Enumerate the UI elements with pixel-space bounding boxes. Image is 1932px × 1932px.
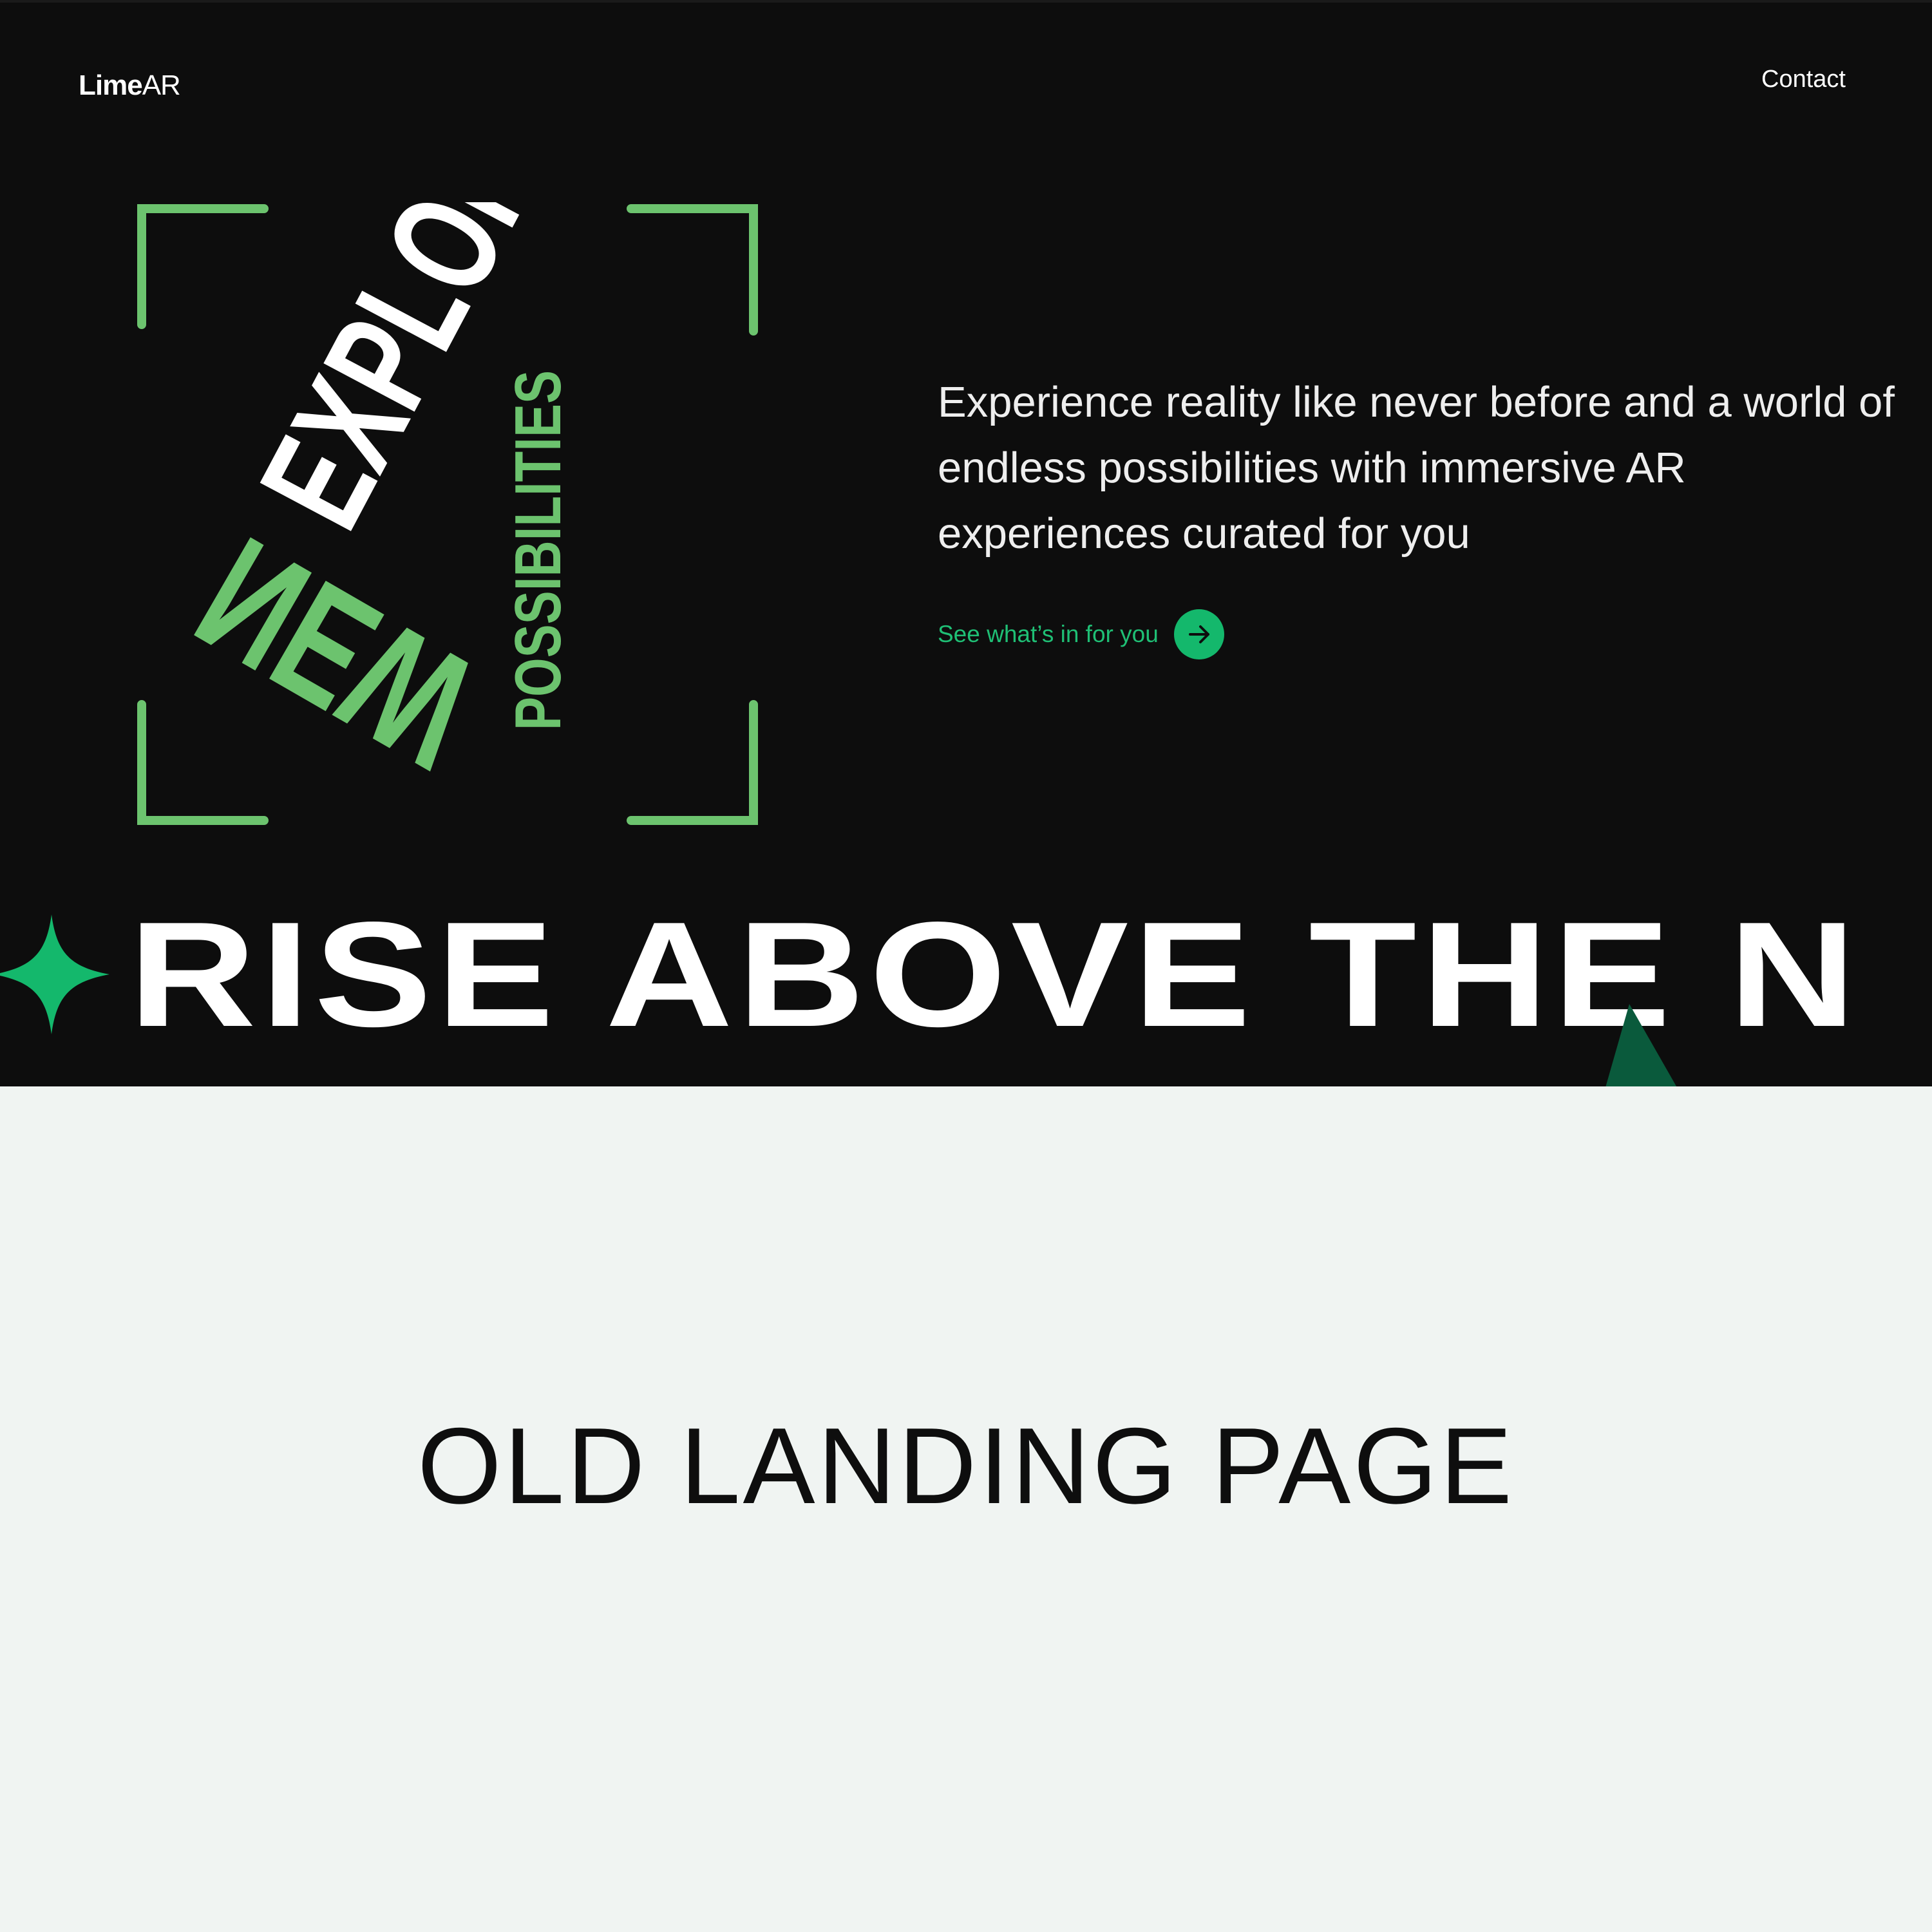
brand-logo[interactable]: LimeAR <box>79 70 181 102</box>
cta-label: See what’s in for you <box>938 621 1159 647</box>
marquee-text: RISE ABOVE THE N <box>129 904 1861 1046</box>
hero-section: LimeAR Contact EXPLORE NEW POSSIBILITIES <box>0 0 1932 1086</box>
triangle-shape-icon <box>1605 1004 1677 1086</box>
four-point-star-icon <box>0 914 109 1034</box>
see-whats-in-button[interactable]: See what’s in for you <box>938 609 1224 659</box>
cube-right-face: POSSIBILITIES <box>502 370 574 730</box>
cube-left-face: NEW <box>169 503 504 802</box>
arrow-right-icon[interactable] <box>1173 609 1224 659</box>
ar-cube-illustration: EXPLORE NEW POSSIBILITIES <box>135 202 760 827</box>
logo-light-text: AR <box>142 70 181 101</box>
cube-right-text: POSSIBILITIES <box>502 370 574 730</box>
contact-link[interactable]: Contact <box>1761 66 1846 93</box>
page-caption: OLD LANDING PAGE <box>417 1405 1515 1526</box>
ar-cube-svg: EXPLORE NEW POSSIBILITIES <box>137 202 758 825</box>
cube-left-text: NEW <box>169 503 504 802</box>
logo-bold-text: Lime <box>79 70 143 101</box>
hero-tagline: Experience reality like never before and… <box>938 378 1895 558</box>
